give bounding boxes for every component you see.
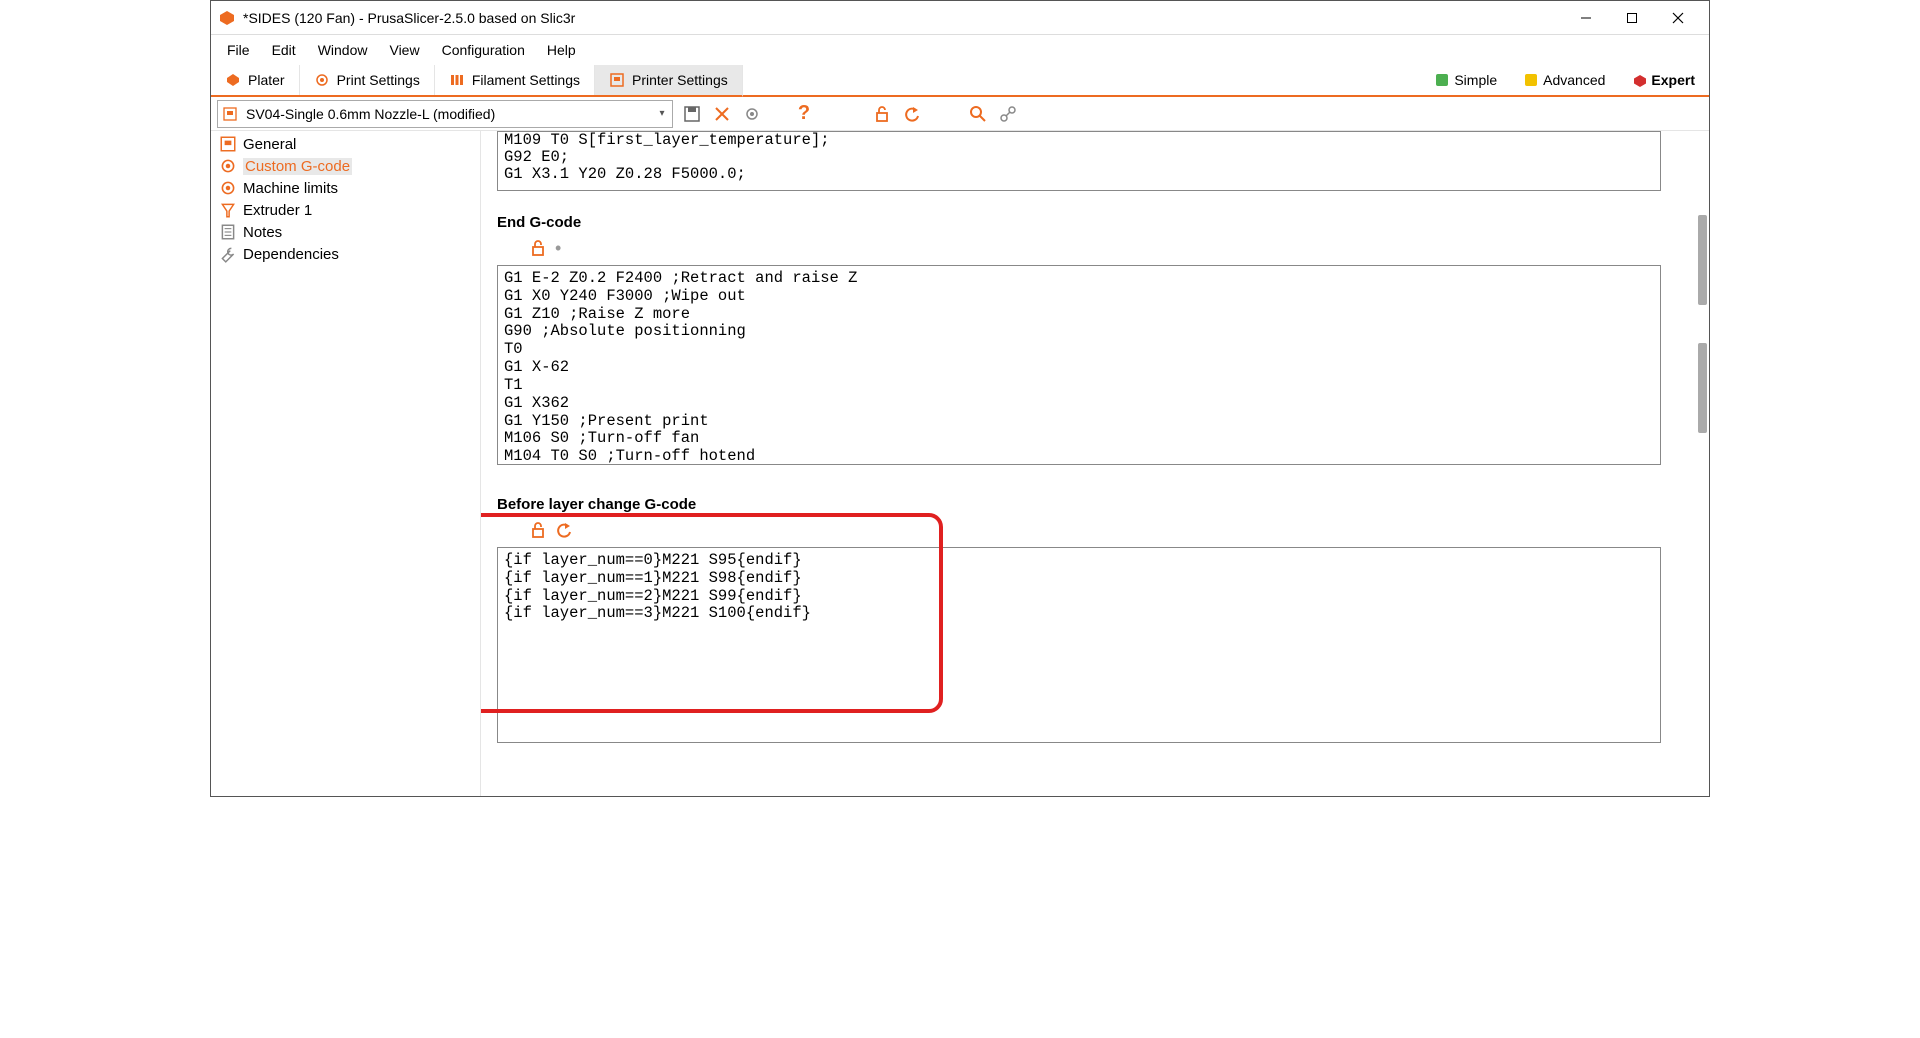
sidebar-item-machine-limits[interactable]: Machine limits [211,177,480,199]
notes-icon [219,223,237,241]
settings-gear-button[interactable] [741,103,763,125]
gear-icon [314,72,330,88]
save-preset-button[interactable] [681,103,703,125]
sidebar-item-extruder-1[interactable]: Extruder 1 [211,199,480,221]
menu-file[interactable]: File [217,38,260,62]
main-panel: End G-code • Before layer change G-code [481,131,1685,796]
scrollbar[interactable] [1685,131,1709,796]
window-controls [1563,3,1701,33]
filament-icon [449,72,465,88]
plater-icon [225,72,241,88]
settings-sidebar: General Custom G-code Machine limits Ext… [211,131,481,796]
sidebar-item-label: Custom G-code [243,158,352,175]
bullet-icon: • [555,244,561,253]
printer-icon [609,72,625,88]
preset-dropdown[interactable]: SV04-Single 0.6mm Nozzle-L (modified) ▾ [217,100,673,128]
close-button[interactable] [1655,3,1701,33]
menubar: File Edit Window View Configuration Help [211,35,1709,65]
maximize-button[interactable] [1609,3,1655,33]
wrench-icon [219,245,237,263]
menu-window[interactable]: Window [308,38,378,62]
tab-printer-settings[interactable]: Printer Settings [595,65,743,97]
sidebar-item-label: Dependencies [243,246,339,263]
tab-label: Printer Settings [632,72,728,88]
mode-label: Advanced [1543,72,1605,88]
scroll-thumb-bottom[interactable] [1698,343,1707,433]
printer-icon [219,135,237,153]
delete-preset-button[interactable] [711,103,733,125]
lock-button[interactable] [871,103,893,125]
tabbar: Plater Print Settings Filament Settings … [211,65,1709,97]
before-layer-icons [497,517,1661,547]
preset-printer-icon [218,106,242,122]
titlebar: *SIDES (120 Fan) - PrusaSlicer-2.5.0 bas… [211,1,1709,35]
end-gcode-icons: • [497,235,1661,265]
sidebar-item-general[interactable]: General [211,133,480,155]
chevron-down-icon: ▾ [652,108,672,119]
unlock-icon[interactable] [529,521,547,539]
menu-view[interactable]: View [379,38,429,62]
before-layer-gcode-textarea[interactable] [497,547,1661,743]
dot-red-icon [1633,74,1645,86]
mode-label: Simple [1454,72,1497,88]
tab-print-settings[interactable]: Print Settings [300,65,435,95]
scroll-thumb-top[interactable] [1698,215,1707,305]
compare-button[interactable] [997,103,1019,125]
sidebar-item-label: Extruder 1 [243,202,312,219]
mode-simple[interactable]: Simple [1422,65,1511,95]
sidebar-item-dependencies[interactable]: Dependencies [211,243,480,265]
undo-button[interactable] [901,103,923,125]
menu-help[interactable]: Help [537,38,586,62]
sidebar-item-custom-gcode[interactable]: Custom G-code [211,155,480,177]
help-button[interactable]: ? [793,103,815,125]
tab-label: Print Settings [337,72,420,88]
tab-label: Filament Settings [472,72,580,88]
tab-plater[interactable]: Plater [211,65,300,95]
dot-yellow-icon [1525,74,1537,86]
sidebar-item-label: Machine limits [243,180,338,197]
sidebar-item-label: Notes [243,224,282,241]
undo-icon[interactable] [555,521,573,539]
sidebar-item-label: General [243,136,296,153]
content-area: General Custom G-code Machine limits Ext… [211,131,1709,796]
search-button[interactable] [967,103,989,125]
gear-icon [219,157,237,175]
menu-edit[interactable]: Edit [262,38,306,62]
menu-configuration[interactable]: Configuration [432,38,535,62]
toolbar: SV04-Single 0.6mm Nozzle-L (modified) ▾ … [211,97,1709,131]
mode-label: Expert [1651,72,1695,88]
sidebar-item-notes[interactable]: Notes [211,221,480,243]
window-title: *SIDES (120 Fan) - PrusaSlicer-2.5.0 bas… [243,10,1563,26]
tab-label: Plater [248,72,285,88]
mode-expert[interactable]: Expert [1619,65,1709,95]
end-gcode-title: End G-code [497,214,1661,231]
mode-advanced[interactable]: Advanced [1511,65,1619,95]
app-icon [219,10,235,26]
unlock-icon[interactable] [529,239,547,257]
gear-icon [219,179,237,197]
funnel-icon [219,201,237,219]
tab-filament-settings[interactable]: Filament Settings [435,65,595,95]
dot-green-icon [1436,74,1448,86]
start-gcode-textarea[interactable] [497,131,1661,191]
minimize-button[interactable] [1563,3,1609,33]
app-window: *SIDES (120 Fan) - PrusaSlicer-2.5.0 bas… [210,0,1710,797]
preset-text: SV04-Single 0.6mm Nozzle-L (modified) [242,106,652,122]
mode-switcher: Simple Advanced Expert [1422,65,1709,95]
end-gcode-textarea[interactable] [497,265,1661,465]
before-layer-title: Before layer change G-code [497,496,1661,513]
